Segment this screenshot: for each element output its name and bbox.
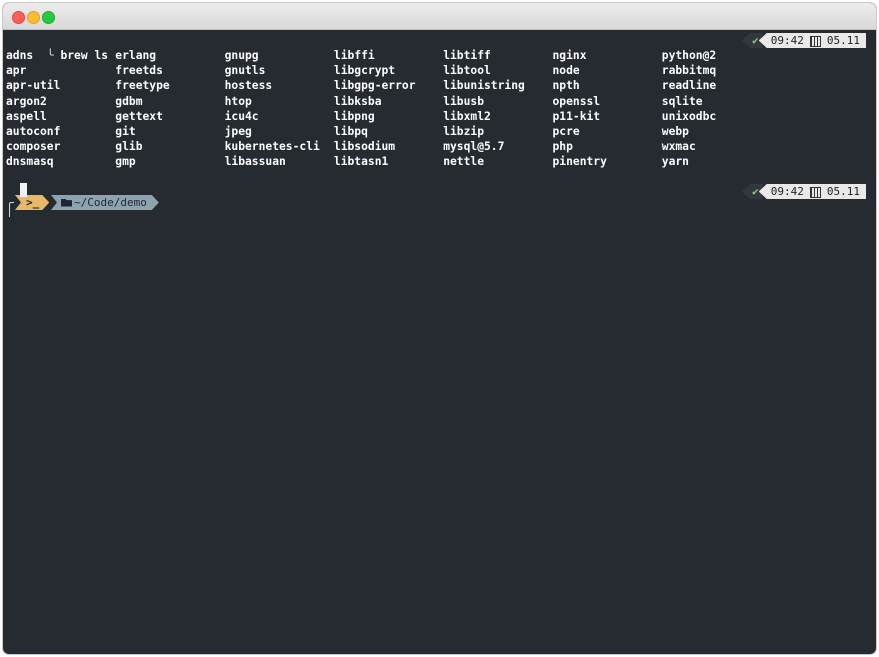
- package-name: mysql@5.7: [443, 140, 505, 154]
- clock-segment: 09:42 05.11: [758, 184, 866, 199]
- package-name: libpng: [333, 109, 375, 123]
- package-name: aspell: [6, 109, 47, 123]
- package-name: npth: [552, 79, 580, 93]
- package-name: dnsmasq: [6, 155, 54, 169]
- brew-package-list: adns erlang gnupg libffi libtiff nginx python@…: [6, 48, 771, 170]
- package-name: git: [115, 124, 136, 138]
- package-name: nginx: [552, 49, 587, 62]
- time-text: 09:42: [770, 34, 804, 47]
- package-name: openssl: [552, 94, 601, 108]
- title-bar: [3, 3, 876, 30]
- current-directory: ~/Code/demo: [74, 196, 147, 209]
- package-name: adns: [6, 49, 34, 62]
- package-name: p11-kit: [552, 109, 601, 123]
- package-name: gnutls: [224, 64, 266, 78]
- terminal-icon: >_: [26, 196, 40, 209]
- prompt-bracket: [9, 202, 14, 217]
- package-name: apr: [6, 64, 27, 78]
- package-name: hostess: [224, 79, 273, 93]
- package-name: autoconf: [6, 124, 61, 138]
- close-window-button[interactable]: [12, 11, 25, 24]
- package-name: libgcrypt: [333, 64, 396, 78]
- package-name: libtool: [443, 64, 491, 78]
- package-name: libusb: [443, 94, 484, 108]
- package-name: icu4c: [224, 109, 259, 123]
- package-name: erlang: [115, 49, 157, 62]
- package-name: jpeg: [224, 124, 252, 138]
- clock-segment: 09:42 05.11: [758, 33, 866, 48]
- time-text: 09:42: [770, 185, 804, 198]
- package-name: libsodium: [333, 140, 396, 154]
- package-name: apr-util: [6, 79, 61, 93]
- package-name: yarn: [661, 155, 689, 169]
- package-name: readline: [661, 79, 717, 93]
- package-name: gnupg: [224, 49, 259, 62]
- calendar-icon: [809, 35, 821, 47]
- shell-symbol-segment: >_: [15, 195, 49, 210]
- package-name: gmp: [115, 155, 136, 169]
- command-line: ╰ brew ls: [6, 33, 108, 62]
- package-name: node: [552, 64, 580, 78]
- package-name: wxmac: [661, 140, 696, 154]
- package-name: libzip: [443, 124, 484, 138]
- directory-segment: ~/Code/demo: [51, 195, 159, 210]
- package-name: php: [552, 140, 573, 154]
- package-name: libtiff: [443, 49, 491, 62]
- calendar-icon: [809, 186, 821, 198]
- package-name: nettle: [443, 155, 484, 169]
- package-name: htop: [224, 94, 252, 108]
- package-name: libksba: [333, 94, 382, 108]
- package-name: freetds: [115, 64, 163, 78]
- status-segment-top: ✔ 09:42 05.11: [742, 33, 866, 48]
- package-name: composer: [6, 140, 61, 154]
- package-name: gettext: [115, 109, 163, 123]
- terminal-window: ╰ brew ls ✔ 09:42 05.11 adns erlang gnupg l…: [3, 3, 876, 654]
- date-text: 05.11: [826, 34, 860, 47]
- package-name: pinentry: [552, 155, 607, 169]
- package-name: rabbitmq: [661, 64, 717, 78]
- minimize-window-button[interactable]: [27, 11, 40, 24]
- package-name: libffi: [333, 49, 375, 62]
- package-name: python@2: [661, 49, 717, 62]
- package-name: kubernetes-cli: [224, 140, 320, 154]
- package-name: libgpg-error: [333, 79, 416, 93]
- package-name: sqlite: [661, 94, 703, 108]
- package-name: pcre: [552, 124, 580, 138]
- package-name: libxml2: [443, 109, 491, 123]
- package-name: freetype: [115, 79, 170, 93]
- status-segment-bottom: ✔ 09:42 05.11: [742, 184, 866, 199]
- package-name: libassuan: [224, 155, 286, 169]
- package-name: libtasn1: [333, 155, 389, 169]
- folder-open-icon: [61, 199, 72, 207]
- package-name: unixodbc: [661, 109, 717, 123]
- maximize-window-button[interactable]: [42, 11, 55, 24]
- date-text: 05.11: [826, 185, 860, 198]
- text-cursor: [20, 183, 27, 197]
- package-name: glib: [115, 140, 143, 154]
- package-name: libunistring: [443, 79, 525, 93]
- package-name: gdbm: [115, 94, 143, 108]
- package-name: libpq: [333, 124, 368, 138]
- package-name: webp: [661, 124, 689, 138]
- package-name: argon2: [6, 94, 47, 108]
